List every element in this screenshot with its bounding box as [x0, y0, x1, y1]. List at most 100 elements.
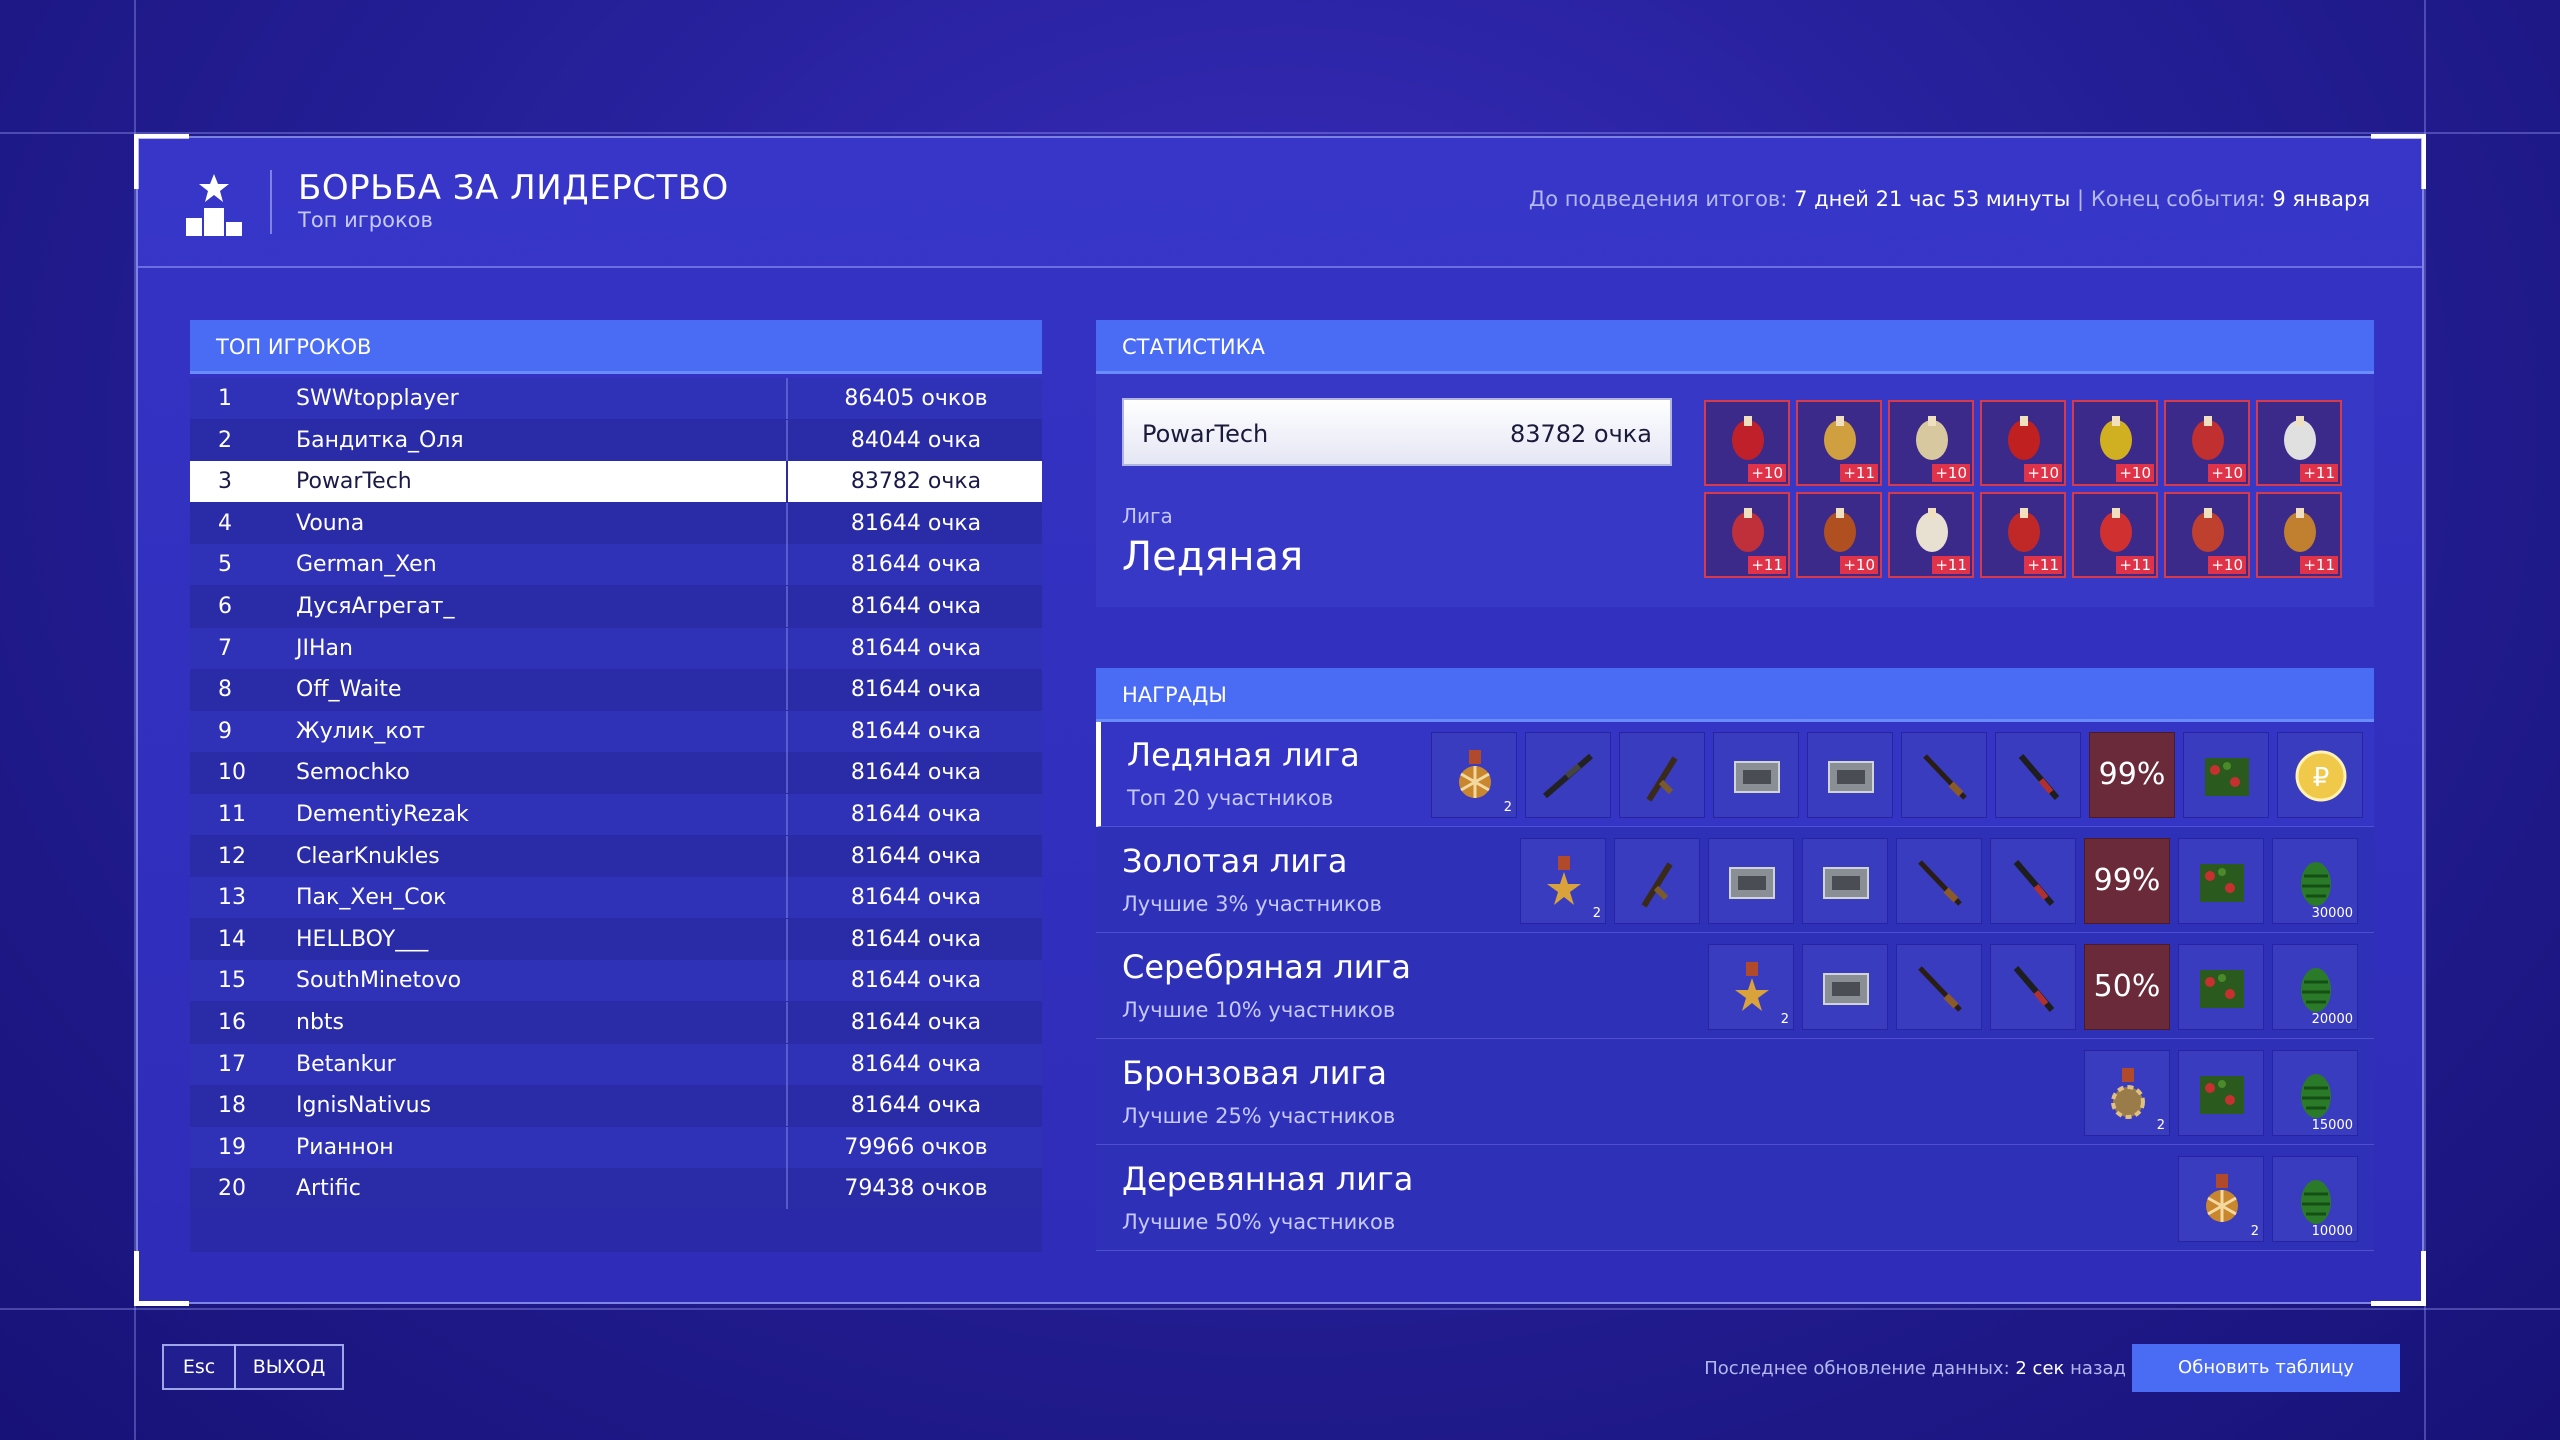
header: БОРЬБА ЗА ЛИДЕРСТВО Топ игроков До подве… — [138, 138, 2422, 268]
reward-slot[interactable] — [1802, 838, 1888, 924]
table-row[interactable]: 20 Artific 79438 очков — [190, 1168, 1042, 1210]
reward-slot[interactable]: 2 — [1431, 732, 1517, 818]
table-row[interactable]: 2 Бандитка_Оля 84044 очка — [190, 419, 1042, 461]
player-name: Semochko — [296, 760, 410, 786]
table-row[interactable]: 4 Vouna 81644 очка — [190, 502, 1042, 544]
collected-item[interactable]: +10 — [2164, 492, 2250, 578]
reward-slot[interactable] — [2183, 732, 2269, 818]
crate-icon — [2200, 970, 2244, 1008]
table-row[interactable]: 16 nbts 81644 очка — [190, 1002, 1042, 1043]
rifle-icon — [1923, 754, 1967, 800]
collected-item[interactable]: +10 — [1796, 492, 1882, 578]
reward-slot[interactable] — [2178, 944, 2264, 1030]
collected-item[interactable]: +10 — [2072, 400, 2158, 486]
reward-slot[interactable]: 2 — [2084, 1050, 2170, 1136]
reward-count: 2 — [2156, 1118, 2165, 1133]
reward-slot[interactable]: ₽ — [2277, 732, 2363, 818]
reward-slot[interactable]: 2 — [2178, 1156, 2264, 1242]
reward-slot[interactable] — [1807, 732, 1893, 818]
player-name: JIHan — [296, 635, 353, 661]
collected-item[interactable]: +11 — [1704, 492, 1790, 578]
shotgun-icon — [2018, 754, 2060, 800]
player-name: PowarTech — [296, 469, 412, 495]
leaderboard-podium-icon — [186, 174, 242, 236]
reward-slot[interactable]: 20000 — [2272, 944, 2358, 1030]
reward-slot[interactable] — [2178, 838, 2264, 924]
ribbon-icon — [1732, 508, 1764, 552]
collected-item[interactable]: +11 — [2256, 400, 2342, 486]
update-value: 2 сек — [2015, 1358, 2065, 1379]
player-score: 81644 очка — [786, 960, 1044, 1002]
collected-item[interactable]: +11 — [1980, 492, 2066, 578]
collected-item[interactable]: +11 — [2072, 492, 2158, 578]
reward-row[interactable]: Деревянная лига Лучшие 50% участников 2 100… — [1096, 1146, 2374, 1251]
page-subtitle: Топ игроков — [298, 208, 433, 232]
table-row[interactable]: 10 Semochko 81644 очка — [190, 752, 1042, 794]
reward-slot[interactable] — [2178, 1050, 2264, 1136]
reward-slot[interactable] — [1802, 944, 1888, 1030]
reward-slot[interactable]: 2 — [1520, 838, 1606, 924]
table-row[interactable]: 8 Off_Waite 81644 очка — [190, 669, 1042, 711]
table-row[interactable]: 12 ClearKnukles 81644 очка — [190, 835, 1042, 877]
player-score: 83782 очка — [786, 461, 1044, 503]
reward-slot[interactable] — [1995, 732, 2081, 818]
reward-slot[interactable] — [1713, 732, 1799, 818]
collected-item[interactable]: +10 — [2164, 400, 2250, 486]
reward-slot[interactable] — [1896, 944, 1982, 1030]
table-row[interactable]: 17 Betankur 81644 очка — [190, 1043, 1044, 1085]
reward-slot[interactable]: 10000 — [2272, 1156, 2358, 1242]
collected-item[interactable]: +10 — [1888, 400, 1974, 486]
item-count-badge: +10 — [2116, 464, 2154, 482]
reward-slot[interactable]: 15000 — [2272, 1050, 2358, 1136]
reward-count: 2 — [1780, 1012, 1789, 1027]
esc-key-hint[interactable]: Esc — [162, 1344, 236, 1390]
collected-item[interactable]: +10 — [1980, 400, 2066, 486]
reward-row[interactable]: Золотая лига Лучшие 3% участников 2 99% 3000… — [1096, 828, 2374, 933]
rank: 16 — [218, 1010, 246, 1035]
player-score: 81644 очка — [786, 1002, 1044, 1043]
table-row[interactable]: 1 SWWtopplayer 86405 очков — [190, 378, 1042, 419]
collected-item[interactable]: +10 — [1704, 400, 1790, 486]
table-row[interactable]: 19 Рианнон 79966 очков — [190, 1126, 1042, 1168]
reward-slot[interactable] — [1525, 732, 1611, 818]
table-row[interactable]: 5 German_Xen 81644 очка — [190, 544, 1042, 586]
reward-slot[interactable] — [1896, 838, 1982, 924]
table-row[interactable]: 13 Пак_Хен_Сок 81644 очка — [190, 877, 1042, 919]
reward-slot[interactable] — [1619, 732, 1705, 818]
table-row[interactable]: 6 ДусяАгрегат_ 81644 очка — [190, 586, 1042, 627]
reward-slot[interactable] — [1990, 838, 2076, 924]
table-row[interactable]: 14 HELLBOY___ 81644 очка — [190, 918, 1042, 960]
reward-row[interactable]: Бронзовая лига Лучшие 25% участников 2 1500… — [1096, 1040, 2374, 1145]
reward-slot[interactable] — [1614, 838, 1700, 924]
player-name: Жулик_кот — [296, 718, 425, 744]
refresh-table-button[interactable]: Обновить таблицу — [2132, 1344, 2400, 1392]
table-row[interactable]: 18 IgnisNativus 81644 очка — [190, 1085, 1042, 1127]
bow-bells-icon — [2284, 416, 2316, 460]
exit-button[interactable]: ВЫХОД — [234, 1344, 344, 1390]
reward-chance-slot[interactable]: 50% — [2084, 944, 2170, 1030]
event-window: БОРЬБА ЗА ЛИДЕРСТВО Топ игроков До подве… — [134, 134, 2426, 1306]
reward-slot[interactable] — [1901, 732, 1987, 818]
reward-row[interactable]: Серебряная лига Лучшие 10% участников 2 50%… — [1096, 934, 2374, 1039]
table-row[interactable]: 9 Жулик_кот 81644 очка — [190, 710, 1042, 752]
collected-item[interactable]: +11 — [2256, 492, 2342, 578]
table-row[interactable]: 11 DementiyRezak 81644 очка — [190, 794, 1042, 835]
player-score: 81644 очка — [786, 1043, 1044, 1085]
collected-item[interactable]: +11 — [1888, 492, 1974, 578]
rank: 15 — [218, 968, 246, 994]
reward-slot[interactable] — [1990, 944, 2076, 1030]
table-row[interactable]: 15 SouthMinetovo 81644 очка — [190, 960, 1044, 1002]
league-description: Лучшие 25% участников — [1122, 1104, 1396, 1128]
reward-row[interactable]: Ледяная лига Топ 20 участников 2 99% ₽ — [1096, 722, 2374, 827]
shotgun-icon — [2013, 860, 2055, 906]
star-medal-icon — [1735, 962, 1769, 1011]
table-row[interactable]: 7 JIHan 81644 очка — [190, 627, 1042, 669]
reward-slot[interactable]: 2 — [1708, 944, 1794, 1030]
collected-item[interactable]: +11 — [1796, 400, 1882, 486]
reward-chance-slot[interactable]: 99% — [2089, 732, 2175, 818]
table-row[interactable]: 3 PowarTech 83782 очка — [190, 461, 1044, 503]
reward-slot[interactable]: 30000 — [2272, 838, 2358, 924]
reward-slot[interactable] — [1708, 838, 1794, 924]
reward-chance-slot[interactable]: 99% — [2084, 838, 2170, 924]
player-name: nbts — [296, 1010, 344, 1035]
